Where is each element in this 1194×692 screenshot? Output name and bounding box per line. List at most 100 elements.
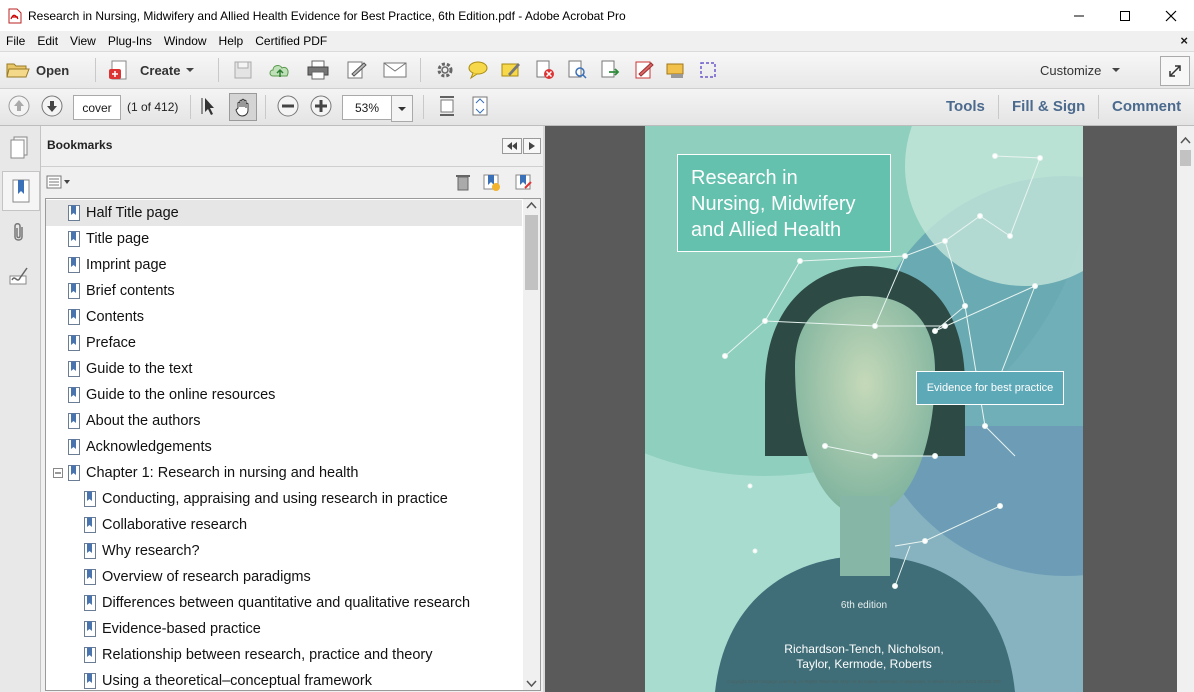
bookmark-item[interactable]: Overview of research paradigms xyxy=(46,564,522,590)
bookmark-label: About the authors xyxy=(86,413,201,429)
select-cursor-icon[interactable] xyxy=(197,94,221,118)
bookmark-label: Half Title page xyxy=(86,205,179,221)
signatures-icon[interactable] xyxy=(4,260,34,290)
stamp-icon[interactable] xyxy=(664,58,688,82)
menu-window[interactable]: Window xyxy=(158,34,213,48)
bookmark-label: Guide to the text xyxy=(86,361,193,377)
menu-view[interactable]: View xyxy=(64,34,102,48)
bookmark-item[interactable]: Chapter 1: Research in nursing and healt… xyxy=(46,460,522,486)
bookmark-label: Using a theoretical–conceptual framework xyxy=(102,673,372,689)
collapse-panel-icon[interactable] xyxy=(502,138,522,154)
bookmark-item[interactable]: Title page xyxy=(46,226,522,252)
bookmark-icon xyxy=(68,335,80,351)
bookmark-icon xyxy=(84,543,96,559)
document-view[interactable]: Research in Nursing, Midwifery and Allie… xyxy=(545,126,1177,692)
upload-cloud-icon[interactable] xyxy=(268,58,292,82)
expand-panel-icon[interactable] xyxy=(523,138,541,154)
bookmark-item[interactable]: Preface xyxy=(46,330,522,356)
page-search-icon[interactable] xyxy=(565,58,589,82)
bookmark-icon xyxy=(68,439,80,455)
page-number-input[interactable]: cover xyxy=(73,95,121,120)
bookmark-item[interactable]: Relationship between research, practice … xyxy=(46,642,522,668)
comment-pane-button[interactable]: Comment xyxy=(1112,98,1181,115)
navigation-pane-strip xyxy=(0,126,41,692)
next-page-icon[interactable] xyxy=(40,94,64,118)
email-icon[interactable] xyxy=(382,58,408,82)
close-document-button[interactable]: × xyxy=(1180,33,1188,48)
remove-page-icon[interactable] xyxy=(533,58,557,82)
comment-bubble-icon[interactable] xyxy=(466,58,490,82)
bookmark-item[interactable]: Acknowledgements xyxy=(46,434,522,460)
print-icon[interactable] xyxy=(306,58,330,82)
scroll-thumb[interactable] xyxy=(1180,150,1191,166)
bookmark-item[interactable]: Brief contents xyxy=(46,278,522,304)
zoom-out-icon[interactable] xyxy=(276,94,300,118)
full-screen-button[interactable] xyxy=(1160,56,1190,86)
collapse-toggle-icon[interactable] xyxy=(53,468,63,478)
extract-page-icon[interactable] xyxy=(598,58,622,82)
bookmark-label: Contents xyxy=(86,309,145,325)
open-button[interactable]: Open xyxy=(6,58,69,82)
bookmark-label: Relationship between research, practice … xyxy=(102,647,433,663)
hand-tool-icon[interactable] xyxy=(229,93,257,121)
tools-pane-button[interactable]: Tools xyxy=(946,98,985,115)
bookmark-item[interactable]: Guide to the online resources xyxy=(46,382,522,408)
menu-help[interactable]: Help xyxy=(213,34,250,48)
fit-full-page-icon[interactable] xyxy=(468,94,492,118)
bookmark-properties-icon[interactable] xyxy=(513,172,533,192)
scroll-up-icon[interactable] xyxy=(523,199,540,213)
save-icon[interactable] xyxy=(231,58,255,82)
bookmark-item[interactable]: Differences between quantitative and qua… xyxy=(46,590,522,616)
bookmark-item[interactable]: Why research? xyxy=(46,538,522,564)
bookmark-item[interactable]: About the authors xyxy=(46,408,522,434)
fit-page-width-icon[interactable] xyxy=(435,94,459,118)
bookmarks-list: Half Title page Title page Imprint page Bri… xyxy=(45,198,541,691)
edit-document-icon[interactable] xyxy=(345,58,369,82)
cover-tagline: Evidence for best practice xyxy=(916,371,1064,405)
bookmarks-scrollbar[interactable] xyxy=(523,199,540,690)
bookmark-item[interactable]: Evidence-based practice xyxy=(46,616,522,642)
gear-icon[interactable] xyxy=(433,58,457,82)
new-bookmark-icon[interactable] xyxy=(481,172,501,192)
bookmark-item[interactable]: Using a theoretical–conceptual framework xyxy=(46,668,522,690)
fill-sign-pane-button[interactable]: Fill & Sign xyxy=(1012,98,1085,115)
bookmark-item[interactable]: Conducting, appraising and using researc… xyxy=(46,486,522,512)
options-menu-icon[interactable] xyxy=(45,172,73,192)
minimize-icon[interactable] xyxy=(1056,0,1102,31)
create-button[interactable]: Create xyxy=(108,58,195,82)
customize-dropdown[interactable]: Customize xyxy=(1040,58,1121,82)
attachments-icon[interactable] xyxy=(4,218,34,248)
create-pdf-icon xyxy=(109,60,127,80)
menu-edit[interactable]: Edit xyxy=(31,34,64,48)
menu-file[interactable]: File xyxy=(0,34,31,48)
bookmark-label: Brief contents xyxy=(86,283,175,299)
zoom-in-icon[interactable] xyxy=(309,94,333,118)
delete-bookmark-icon[interactable] xyxy=(453,172,473,192)
bookmark-item[interactable]: Half Title page xyxy=(46,200,522,226)
bookmark-label: Overview of research paradigms xyxy=(102,569,311,585)
bookmarks-panel-icon[interactable] xyxy=(2,171,40,211)
bookmark-item[interactable]: Collaborative research xyxy=(46,512,522,538)
bookmark-item[interactable]: Contents xyxy=(46,304,522,330)
sign-document-icon[interactable] xyxy=(632,58,656,82)
scroll-down-icon[interactable] xyxy=(523,676,540,690)
close-icon[interactable] xyxy=(1148,0,1194,31)
bookmark-item[interactable]: Imprint page xyxy=(46,252,522,278)
bookmark-label: Preface xyxy=(86,335,136,351)
scroll-thumb[interactable] xyxy=(525,215,538,290)
title-bar: Research in Nursing, Midwifery and Allie… xyxy=(0,0,1194,31)
menu-plugins[interactable]: Plug-Ins xyxy=(102,34,158,48)
document-scrollbar[interactable] xyxy=(1177,126,1194,692)
zoom-dropdown[interactable] xyxy=(391,95,413,122)
scroll-up-icon[interactable] xyxy=(1177,134,1194,148)
previous-page-icon[interactable] xyxy=(7,94,31,118)
menu-certified-pdf[interactable]: Certified PDF xyxy=(249,34,333,48)
bookmark-item[interactable]: Guide to the text xyxy=(46,356,522,382)
maximize-icon[interactable] xyxy=(1102,0,1148,31)
cover-edition: 6th edition xyxy=(840,600,888,611)
highlight-icon[interactable] xyxy=(499,58,523,82)
zoom-level-input[interactable]: 53% xyxy=(342,95,392,120)
menu-bar: File Edit View Plug-Ins Window Help Cert… xyxy=(0,31,1194,52)
page-thumbnails-icon[interactable] xyxy=(4,132,34,162)
snapshot-select-icon[interactable] xyxy=(696,58,720,82)
